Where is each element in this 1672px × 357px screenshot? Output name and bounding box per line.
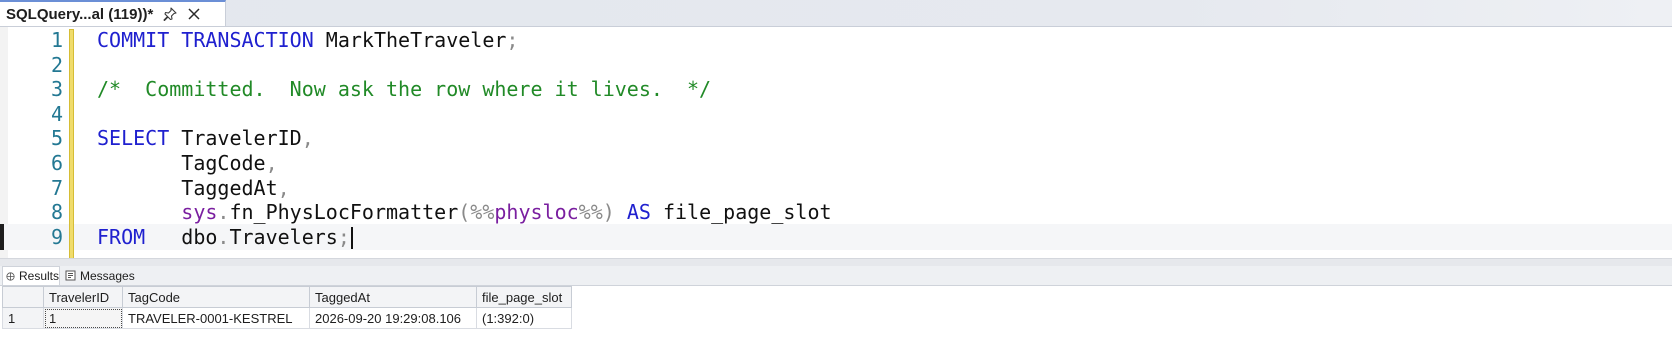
- grid-cell-travelerid[interactable]: 1: [43, 307, 123, 329]
- code-text[interactable]: sys.fn_PhysLocFormatter(%%physloc%%) AS …: [97, 199, 832, 225]
- code-token: ;: [337, 224, 350, 249]
- code-token: fn_PhysLocFormatter: [229, 200, 459, 225]
- close-icon[interactable]: [187, 7, 201, 21]
- editor-line[interactable]: 4: [0, 101, 1672, 127]
- code-token: TravelerID: [169, 126, 302, 151]
- code-token: %%): [578, 200, 615, 225]
- code-token: physloc: [494, 200, 579, 225]
- code-text[interactable]: COMMIT TRANSACTION MarkTheTraveler;: [97, 27, 518, 53]
- line-number: 9: [50, 224, 63, 249]
- code-token: file_page_slot: [650, 200, 832, 225]
- code-text[interactable]: TagCode,: [97, 150, 278, 176]
- code-token: ,: [301, 126, 314, 151]
- row-number[interactable]: 1: [2, 307, 44, 329]
- code-text[interactable]: TaggedAt,: [97, 175, 290, 201]
- table-row[interactable]: 1 1 TRAVELER-0001-KESTREL 2026-09-20 19:…: [2, 307, 572, 329]
- code-token: Travelers: [229, 224, 338, 249]
- code-text[interactable]: SELECT TravelerID,: [97, 125, 314, 151]
- grid-cell-taggedat[interactable]: 2026-09-20 19:29:08.106: [309, 307, 477, 329]
- editor-line[interactable]: 5 SELECT TravelerID,: [0, 125, 1672, 151]
- line-number: 6: [50, 151, 63, 175]
- tab-results-label: Results: [18, 269, 59, 283]
- tab-results[interactable]: Results: [2, 266, 60, 285]
- column-header-taggedat[interactable]: TaggedAt: [309, 286, 477, 308]
- line-number: 2: [50, 52, 63, 77]
- ssms-window: SQLQuery...al (119))* 1 COMMIT TRANSACTIO…: [0, 0, 1672, 357]
- code-token: TagCode: [97, 151, 266, 175]
- editor-line[interactable]: 3 /* Committed. Now ask the row where it …: [0, 76, 1672, 102]
- code-token: ;: [506, 28, 519, 52]
- code-text[interactable]: FROM dbo.Travelers;: [97, 224, 353, 250]
- column-header-tagcode[interactable]: TagCode: [122, 286, 310, 308]
- results-grid-pane: TravelerID TagCode TaggedAt file_page_sl…: [0, 286, 1672, 357]
- code-token: /* Committed. Now ask the row where it l…: [97, 77, 712, 102]
- current-line-marker: [0, 223, 4, 250]
- editor-line[interactable]: 9 FROM dbo.Travelers;: [0, 223, 1672, 250]
- line-number: 7: [50, 175, 63, 200]
- editor-line[interactable]: 2: [0, 52, 1672, 78]
- line-number: 1: [50, 28, 63, 52]
- editor-line[interactable]: 7 TaggedAt,: [0, 175, 1672, 201]
- code-token: COMMIT: [97, 28, 170, 52]
- column-header-file-page-slot[interactable]: file_page_slot: [476, 286, 572, 308]
- grid-corner-header[interactable]: [2, 286, 44, 308]
- query-tab-title[interactable]: SQLQuery...al (119))*: [0, 6, 153, 23]
- grid-cell-tagcode[interactable]: TRAVELER-0001-KESTREL: [122, 307, 310, 329]
- query-editor[interactable]: 1 COMMIT TRANSACTION MarkTheTraveler; 2 3 /*…: [0, 27, 1672, 277]
- results-grid[interactable]: TravelerID TagCode TaggedAt file_page_sl…: [2, 286, 572, 329]
- code-token: sys: [181, 200, 218, 225]
- line-number: 8: [50, 200, 63, 225]
- pin-icon[interactable]: [163, 7, 177, 22]
- results-tab-bar: Results Messages: [0, 266, 1672, 286]
- code-token: TaggedAt: [97, 175, 278, 200]
- query-tab[interactable]: SQLQuery...al (119))*: [0, 0, 226, 26]
- messages-icon: [65, 270, 76, 281]
- text-caret: [350, 227, 353, 250]
- editor-line[interactable]: 1 COMMIT TRANSACTION MarkTheTraveler;: [0, 27, 1672, 53]
- change-tracking-bar: [69, 29, 74, 265]
- code-text[interactable]: /* Committed. Now ask the row where it l…: [97, 76, 711, 102]
- line-number: 3: [50, 77, 63, 102]
- document-tab-strip: SQLQuery...al (119))*: [0, 0, 1672, 27]
- code-token: (%%: [458, 200, 495, 225]
- code-token: FROM: [97, 224, 146, 249]
- code-token: ,: [277, 175, 290, 200]
- grid-cell-file-page-slot[interactable]: (1:392:0): [476, 307, 572, 329]
- grid-header-row: TravelerID TagCode TaggedAt file_page_sl…: [2, 286, 572, 308]
- editor-line[interactable]: 6 TagCode,: [0, 150, 1672, 176]
- column-header-travelerid[interactable]: TravelerID: [43, 286, 123, 308]
- line-number: 4: [50, 101, 63, 126]
- code-token: .: [217, 200, 230, 225]
- code-token: AS: [626, 200, 651, 225]
- code-token: dbo: [145, 224, 218, 249]
- tab-messages[interactable]: Messages: [62, 266, 136, 285]
- code-token: ,: [265, 151, 278, 175]
- grid-icon: [6, 271, 15, 281]
- code-token: TRANSACTION: [181, 28, 314, 52]
- code-token: SELECT: [97, 126, 170, 151]
- tab-messages-label: Messages: [80, 268, 135, 283]
- line-number: 5: [50, 126, 63, 151]
- editor-line[interactable]: 8 sys.fn_PhysLocFormatter(%%physloc%%) A…: [0, 199, 1672, 225]
- code-token: MarkTheTraveler: [313, 28, 507, 52]
- code-token: .: [217, 224, 230, 249]
